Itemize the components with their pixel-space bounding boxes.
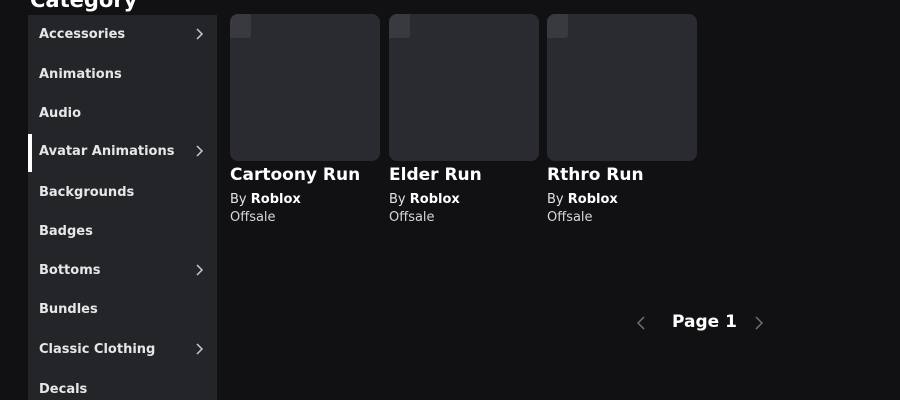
sidebar-item-label: Backgrounds — [39, 184, 135, 200]
sidebar-item-label: Bundles — [39, 301, 98, 317]
sidebar-item-decals[interactable]: Decals — [28, 371, 217, 400]
chevron-right-icon — [196, 28, 204, 40]
sidebar-item-backgrounds[interactable]: Backgrounds — [28, 174, 217, 210]
pagination: Page 1 — [630, 310, 770, 336]
item-price: Offsale — [389, 210, 435, 225]
sidebar-item-badges[interactable]: Badges — [28, 213, 217, 249]
chevron-right-icon — [196, 264, 204, 276]
item-name[interactable]: Rthro Run — [547, 164, 697, 186]
sidebar-item-accessories[interactable]: Accessories — [28, 16, 217, 52]
creator-prefix: By — [230, 192, 247, 207]
item-name[interactable]: Elder Run — [389, 164, 539, 186]
sidebar-item-label: Bottoms — [39, 262, 101, 278]
thumbnail-corner-badge — [230, 14, 251, 38]
item-thumbnail[interactable] — [230, 14, 380, 161]
item-creator-line: By Roblox — [230, 191, 380, 209]
item-thumbnail[interactable] — [547, 14, 697, 161]
sidebar-item-audio[interactable]: Audio — [28, 95, 217, 131]
item-price: Offsale — [230, 210, 276, 225]
item-creator-line: By Roblox — [547, 191, 697, 209]
thumbnail-corner-badge — [547, 14, 568, 38]
sidebar-item-label: Decals — [39, 381, 88, 397]
thumbnail-corner-badge — [389, 14, 410, 38]
catalog-page: Category Accessories Animations Audio Av… — [0, 0, 900, 400]
creator-name[interactable]: Roblox — [251, 192, 301, 207]
sidebar-item-label: Avatar Animations — [39, 143, 175, 159]
item-price: Offsale — [547, 210, 593, 225]
sidebar-item-label: Animations — [39, 66, 122, 82]
item-card[interactable]: Cartoony Run By Roblox Offsale — [230, 14, 380, 227]
item-creator-line: By Roblox — [389, 191, 539, 209]
page-indicator: Page 1 — [672, 312, 737, 332]
sidebar-item-avatar-animations[interactable]: Avatar Animations — [28, 133, 217, 172]
sidebar-item-label: Accessories — [39, 26, 126, 42]
chevron-right-icon — [196, 145, 204, 157]
item-card[interactable]: Rthro Run By Roblox Offsale — [547, 14, 697, 227]
sidebar-item-label: Audio — [39, 105, 82, 121]
sidebar-item-bundles[interactable]: Bundles — [28, 291, 217, 327]
category-sidebar: Accessories Animations Audio Avatar Anim… — [28, 15, 217, 400]
chevron-right-icon[interactable] — [750, 315, 766, 331]
category-heading: Category — [30, 0, 138, 12]
sidebar-item-label: Classic Clothing — [39, 341, 156, 357]
sidebar-item-classic-clothing[interactable]: Classic Clothing — [28, 331, 217, 367]
sidebar-item-label: Badges — [39, 223, 93, 239]
chevron-right-icon — [196, 343, 204, 355]
sidebar-item-animations[interactable]: Animations — [28, 56, 217, 92]
creator-prefix: By — [389, 192, 406, 207]
creator-name[interactable]: Roblox — [410, 192, 460, 207]
item-card[interactable]: Elder Run By Roblox Offsale — [389, 14, 539, 227]
chevron-left-icon[interactable] — [634, 315, 650, 331]
item-name[interactable]: Cartoony Run — [230, 164, 380, 186]
sidebar-item-bottoms[interactable]: Bottoms — [28, 252, 217, 288]
creator-prefix: By — [547, 192, 564, 207]
creator-name[interactable]: Roblox — [568, 192, 618, 207]
item-thumbnail[interactable] — [389, 14, 539, 161]
